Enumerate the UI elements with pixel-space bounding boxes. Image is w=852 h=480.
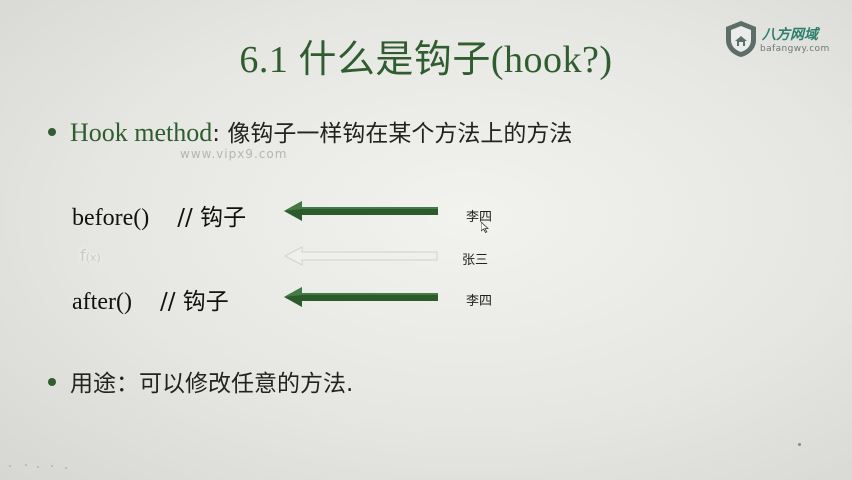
after-comment: // 钩子 — [159, 289, 229, 315]
site-logo: 八方网域 bafangwy.com — [724, 20, 844, 62]
noise-dots — [9, 464, 67, 469]
bullet-dot — [48, 128, 56, 137]
after-call: after() — [72, 289, 132, 315]
hook-method-desc: : 像钩子一样钩在某个方法上的方法 — [212, 121, 573, 147]
name-label-middle: 张三 — [462, 253, 489, 268]
bullet-dot — [48, 378, 56, 387]
arrow-left-faded-icon — [284, 246, 438, 266]
corner-dot — [798, 443, 801, 446]
name-label-after: 李四 — [466, 294, 493, 309]
code-row-before: before() // 钩子 — [72, 198, 246, 232]
watermark-text: www.vipx9.com — [180, 147, 288, 161]
hook-method-term: Hook method — [70, 118, 213, 147]
arrow-left-icon — [284, 287, 438, 307]
logo-url: bafangwy.com — [760, 44, 830, 54]
code-row-after: after() // 钩子 — [72, 282, 229, 316]
fx-label: f(x) — [80, 246, 101, 265]
shield-icon — [726, 21, 756, 57]
arrow-left-icon — [284, 201, 438, 221]
bullet-hook-method: Hook method: 像钩子一样钩在某个方法上的方法 — [48, 114, 572, 148]
usage-text: 用途：可以修改任意的方法. — [70, 371, 354, 397]
before-call: before() — [72, 205, 150, 231]
before-comment: // 钩子 — [177, 205, 247, 231]
slide: 6.1 什么是钩子(hook?) 八方网域 bafangwy.com Hook … — [0, 0, 852, 480]
logo-brand-name: 八方网域 — [762, 27, 818, 43]
mouse-cursor-icon — [481, 222, 489, 233]
fx-arg: (x) — [85, 251, 101, 264]
bullet-usage: 用途：可以修改任意的方法. — [48, 364, 353, 398]
